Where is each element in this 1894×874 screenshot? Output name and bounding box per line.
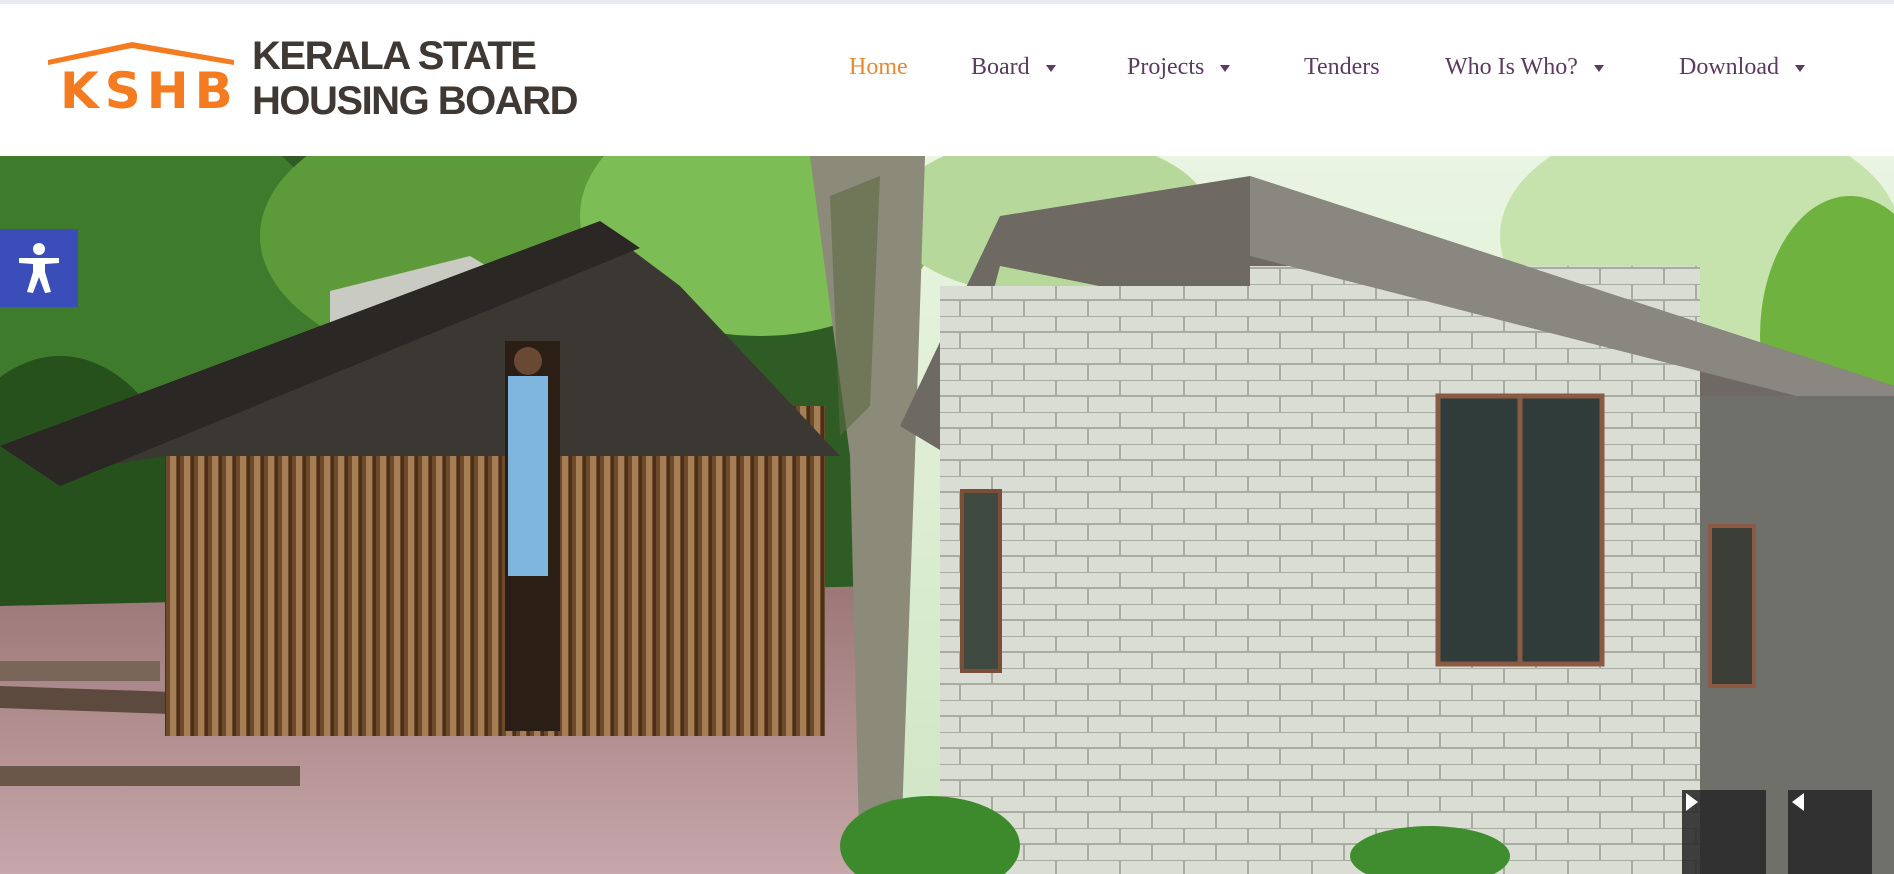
site-logo[interactable]: KSHB KERALA STATE HOUSING BOARD xyxy=(46,34,578,124)
accessibility-person-icon xyxy=(19,243,59,293)
nav-board[interactable]: Board xyxy=(971,54,1056,81)
hero-slide-image xyxy=(0,156,1894,874)
chevron-down-icon xyxy=(1593,65,1604,72)
nav-download-label: Download xyxy=(1679,54,1779,80)
site-header: KSHB KERALA STATE HOUSING BOARD Home Boa… xyxy=(0,4,1894,156)
nav-board-label: Board xyxy=(971,54,1030,80)
slider-prev-button[interactable] xyxy=(1788,790,1872,874)
accessibility-button[interactable] xyxy=(0,229,78,307)
caret-left-icon xyxy=(1792,793,1804,811)
nav-home-label: Home xyxy=(849,54,908,80)
nav-tenders[interactable]: Tenders xyxy=(1304,54,1380,81)
caret-right-icon xyxy=(1686,793,1698,811)
chevron-down-icon xyxy=(1794,65,1805,72)
nav-who-is-who[interactable]: Who Is Who? xyxy=(1445,54,1604,81)
hero-slider xyxy=(0,156,1894,874)
kshb-logo-mark: KSHB xyxy=(48,42,236,112)
nav-projects[interactable]: Projects xyxy=(1127,54,1231,81)
logo-line-2: HOUSING BOARD xyxy=(252,79,578,123)
logo-wordmark: KERALA STATE HOUSING BOARD xyxy=(252,34,578,124)
nav-home[interactable]: Home xyxy=(849,54,908,81)
svg-text:KSHB: KSHB xyxy=(60,62,236,112)
nav-tenders-label: Tenders xyxy=(1304,54,1380,80)
nav-projects-label: Projects xyxy=(1127,54,1205,80)
logo-line-1: KERALA STATE xyxy=(252,34,537,78)
nav-who-is-who-label: Who Is Who? xyxy=(1445,54,1578,80)
slider-next-button[interactable] xyxy=(1682,790,1766,874)
chevron-down-icon xyxy=(1220,65,1231,72)
nav-download[interactable]: Download xyxy=(1679,54,1805,81)
chevron-down-icon xyxy=(1045,65,1056,72)
